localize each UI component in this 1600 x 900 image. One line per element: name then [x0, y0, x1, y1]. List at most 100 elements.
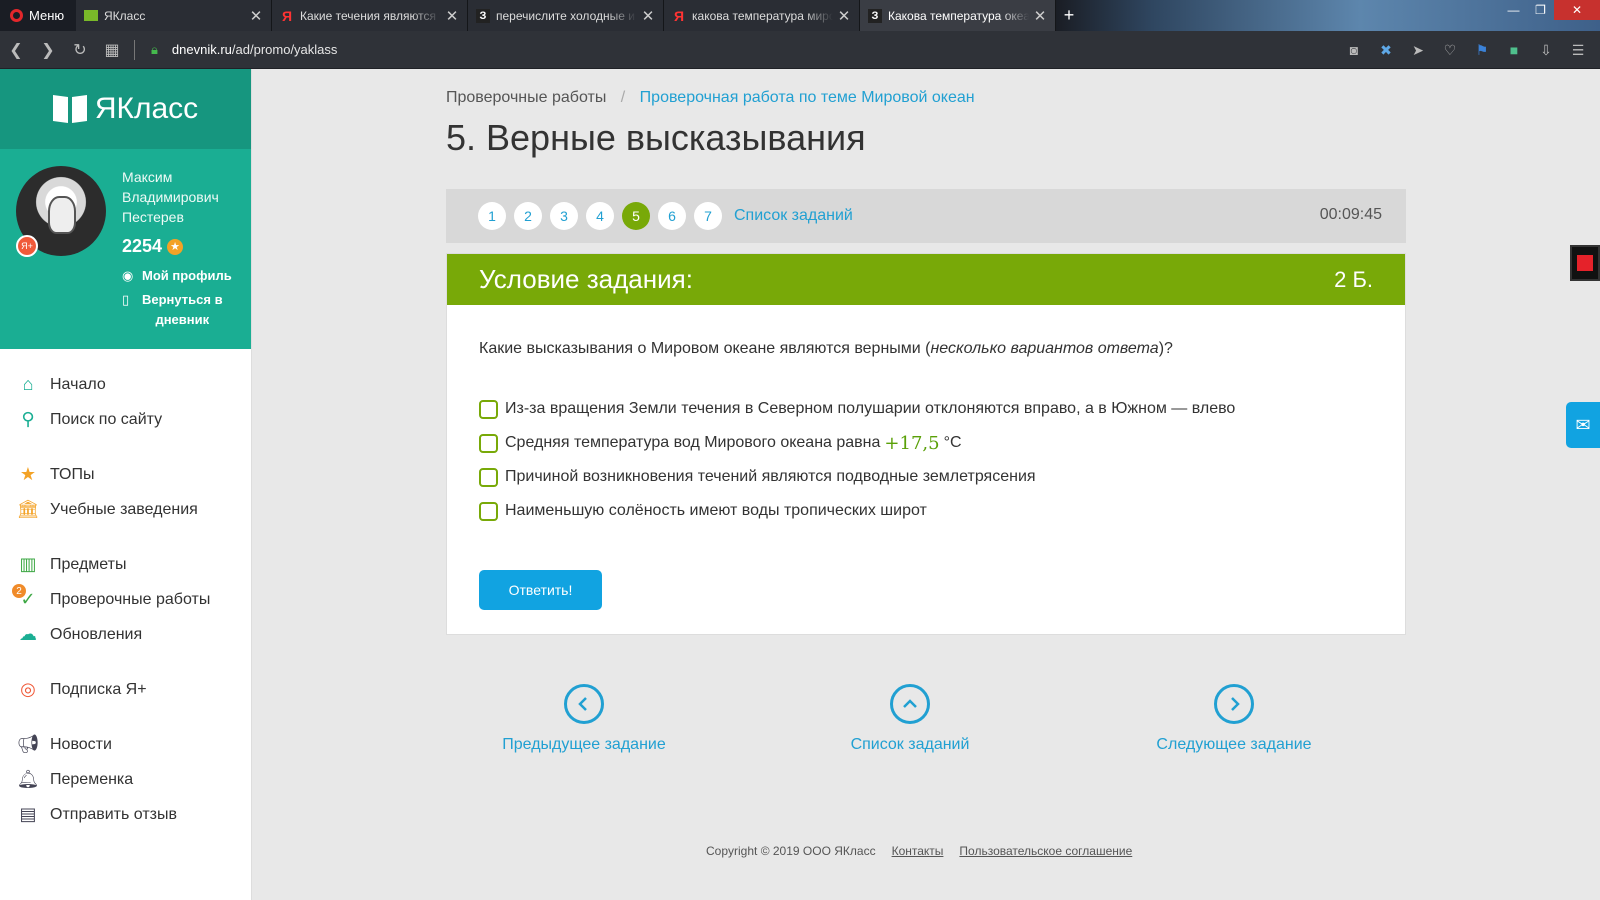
easy-setup-icon[interactable]: ☰ — [1562, 42, 1594, 59]
building-icon: 🏛︎ — [16, 499, 40, 519]
yandex-icon: Я — [673, 7, 685, 24]
menu-label: Меню — [29, 8, 65, 23]
checkbox[interactable] — [479, 433, 498, 453]
footer: Copyright © 2019 ООО ЯКласс Контакты Пол… — [706, 844, 1132, 858]
browser-tab-4[interactable]: Я какова температура миро ✕ — [664, 0, 860, 31]
book-logo-icon — [53, 96, 87, 122]
url-domain: dnevnik.ru — [171, 42, 232, 57]
page-title: 5. Верные высказывания — [446, 117, 866, 158]
opera-menu-button[interactable]: Меню — [0, 0, 76, 31]
question-1-button[interactable]: 1 — [478, 202, 506, 230]
reload-icon[interactable]: ↻ — [64, 31, 96, 69]
z-icon: З — [868, 8, 882, 23]
task-list-nav[interactable]: Список заданий — [790, 684, 1030, 754]
camera-icon[interactable]: ◙ — [1338, 42, 1370, 58]
answer-options: Из-за вращения Земли течения в Северном … — [479, 392, 1235, 528]
my-profile-link[interactable]: ◉ Мой профиль — [122, 266, 232, 286]
prev-task-nav[interactable]: Предыдущее задание — [464, 684, 704, 754]
flag-icon[interactable]: ⚑ — [1466, 42, 1498, 59]
bell-icon: 🔔︎ — [16, 769, 40, 789]
back-to-diary-link[interactable]: ▯ Вернуться в дневник — [122, 290, 223, 330]
mail-icon[interactable]: ✉ — [1566, 402, 1600, 448]
answer-option-1[interactable]: Из-за вращения Земли течения в Северном … — [479, 392, 1235, 426]
next-task-nav[interactable]: Следующее задание — [1114, 684, 1354, 754]
lock-icon[interactable]: 🔒︎ — [151, 42, 158, 58]
vpn-icon[interactable]: ■ — [1498, 42, 1530, 58]
question-7-button[interactable]: 7 — [694, 202, 722, 230]
send-icon[interactable]: ➤ — [1402, 42, 1434, 59]
answer-option-4[interactable]: Наименьшую солёность имеют воды тропичес… — [479, 494, 1235, 528]
chevron-up-icon[interactable] — [890, 684, 930, 724]
user-agreement-link[interactable]: Пользовательское соглашение — [959, 844, 1132, 858]
url-field[interactable]: dnevnik.ru/ad/promo/yaklass — [172, 42, 337, 57]
star-icon: ★ — [167, 238, 184, 255]
checkbox[interactable] — [479, 501, 498, 521]
minimize-icon[interactable]: — — [1500, 0, 1527, 20]
browser-tab-5[interactable]: З Какова температура океа ✕ — [860, 0, 1056, 31]
maximize-icon[interactable]: ❐ — [1527, 0, 1554, 20]
sidebar-item-news[interactable]: 📢︎ Новости — [0, 727, 251, 762]
heart-icon[interactable]: ♡ — [1434, 42, 1466, 59]
question-6-button[interactable]: 6 — [658, 202, 686, 230]
speed-dial-icon[interactable]: ▦ — [96, 31, 128, 69]
new-tab-button[interactable]: + — [1056, 0, 1082, 31]
sidebar-item-subjects[interactable]: ▥ Предметы — [0, 547, 251, 582]
close-tab-icon[interactable]: ✕ — [1033, 7, 1047, 25]
sidebar-item-tests[interactable]: ✓ 2 Проверочные работы — [0, 582, 251, 617]
back-icon[interactable]: ❮ — [0, 31, 32, 69]
browser-tab-3[interactable]: З перечислите холодные и ✕ — [468, 0, 664, 31]
cloud-upload-icon: ☁ — [19, 624, 37, 644]
chevron-left-icon[interactable] — [564, 684, 604, 724]
chevron-right-icon[interactable] — [1214, 684, 1254, 724]
close-tab-icon[interactable]: ✕ — [249, 7, 263, 25]
question-text: Какие высказывания о Мировом океане явля… — [479, 340, 1173, 357]
close-tab-icon[interactable]: ✕ — [837, 7, 851, 25]
sidebar-item-home[interactable]: ⌂ Начало — [0, 367, 251, 402]
yandex-icon: Я — [281, 7, 293, 24]
diary-icon: ▯ — [122, 292, 130, 307]
breadcrumb: Проверочные работы / Проверочная работа … — [446, 89, 975, 106]
prev-task-label[interactable]: Предыдущее задание — [502, 736, 665, 754]
close-tab-icon[interactable]: ✕ — [445, 7, 459, 25]
browser-tab-2[interactable]: Я Какие течения являются т ✕ — [272, 0, 468, 31]
question-5-button[interactable]: 5 — [622, 202, 650, 230]
browser-tab-bar: Меню ЯКласс ✕ Я Какие течения являются т… — [0, 0, 1600, 31]
checkbox[interactable] — [479, 399, 498, 419]
copyright: Copyright © 2019 ООО ЯКласс — [706, 844, 876, 858]
widget-icon[interactable] — [1570, 245, 1600, 281]
adblock-icon[interactable]: ✖ — [1370, 42, 1402, 59]
task-list-label[interactable]: Список заданий — [851, 736, 970, 754]
sidebar-item-updates[interactable]: ☁ Обновления — [0, 617, 251, 652]
star-icon: ★ — [19, 464, 37, 484]
forward-icon[interactable]: ❯ — [32, 31, 64, 69]
sidebar-item-schools[interactable]: 🏛︎ Учебные заведения — [0, 492, 251, 527]
window-close-icon[interactable]: ✕ — [1554, 0, 1600, 20]
sidebar-item-search[interactable]: ⚲ Поиск по сайту — [0, 402, 251, 437]
logo-text: ЯКласс — [94, 92, 199, 125]
breadcrumb-current-link[interactable]: Проверочная работа по теме Мировой океан — [640, 89, 975, 106]
breadcrumb-root[interactable]: Проверочные работы — [446, 89, 606, 106]
contacts-link[interactable]: Контакты — [892, 844, 944, 858]
home-icon: ⌂ — [22, 374, 34, 394]
next-task-label[interactable]: Следующее задание — [1156, 736, 1311, 754]
checkbox[interactable] — [479, 467, 498, 487]
user-points: 2254 ★ — [122, 236, 184, 257]
opera-logo-icon — [10, 9, 23, 22]
download-icon[interactable]: ⇩ — [1530, 42, 1562, 59]
sidebar-item-subscription[interactable]: ◎ Подписка Я+ — [0, 672, 251, 707]
question-3-button[interactable]: 3 — [550, 202, 578, 230]
answer-button[interactable]: Ответить! — [479, 570, 602, 610]
question-4-button[interactable]: 4 — [586, 202, 614, 230]
task-score: 2 Б. — [1334, 266, 1373, 292]
sidebar-item-break[interactable]: 🔔︎ Переменка — [0, 762, 251, 797]
yaklass-logo[interactable]: ЯКласс — [0, 69, 251, 149]
user-name: Максим Владимирович Пестерев — [122, 169, 219, 225]
sidebar-item-feedback[interactable]: ▤ Отправить отзыв — [0, 797, 251, 832]
browser-tab-1[interactable]: ЯКласс ✕ — [76, 0, 272, 31]
sidebar-item-tops[interactable]: ★ ТОПы — [0, 457, 251, 492]
task-list-link[interactable]: Список заданий — [734, 207, 853, 225]
answer-option-3[interactable]: Причиной возникновения течений являются … — [479, 460, 1235, 494]
answer-option-2[interactable]: Средняя температура вод Мирового океана … — [479, 426, 1235, 460]
close-tab-icon[interactable]: ✕ — [641, 7, 655, 25]
question-2-button[interactable]: 2 — [514, 202, 542, 230]
